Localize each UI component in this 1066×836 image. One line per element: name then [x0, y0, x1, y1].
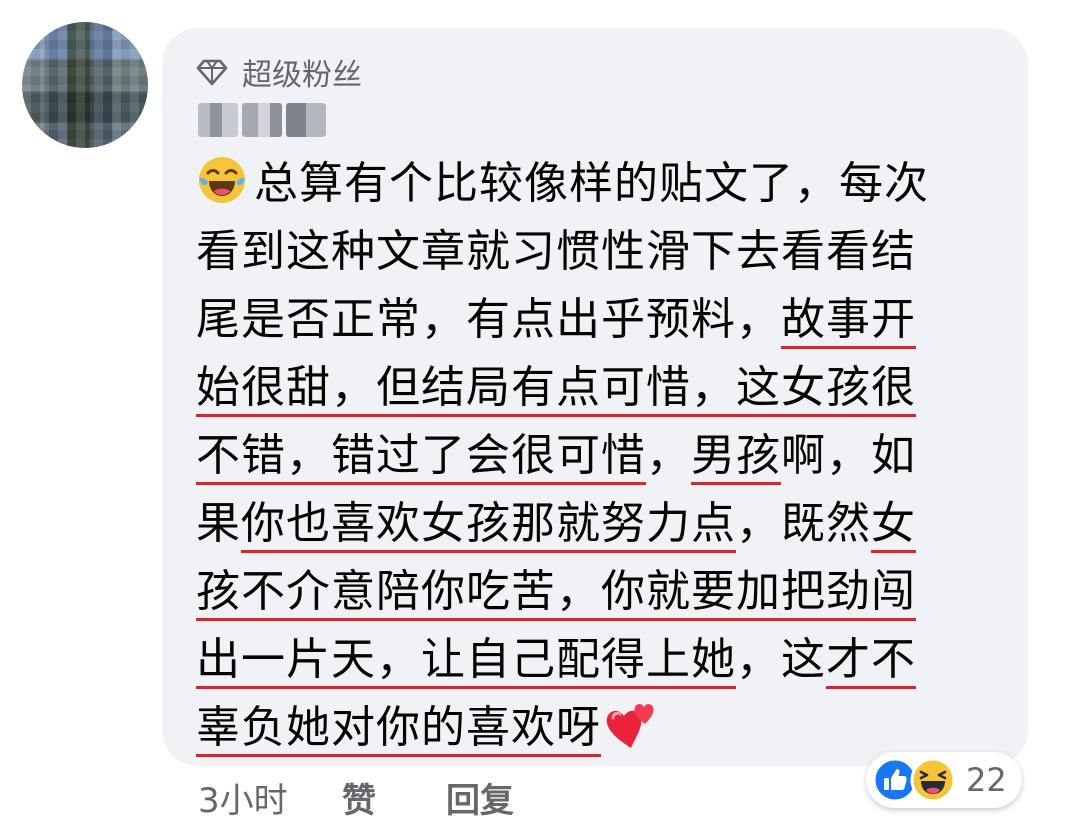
comment-text-segment: ，	[646, 430, 691, 481]
comment-line: 孩不介意陪你吃苦，你就要加把劲闯	[196, 558, 986, 626]
reaction-count: 22	[966, 761, 1007, 799]
commenter-avatar[interactable]	[22, 22, 148, 148]
comment-line: 始很甜，但结局有点可惜，这女孩很	[196, 354, 986, 422]
like-button[interactable]: 赞	[342, 773, 446, 822]
diamond-icon	[196, 59, 228, 86]
comment-actions: 3小时 赞 回复	[198, 772, 514, 822]
underlined-text: 男孩	[691, 430, 781, 481]
comment-text-segment: ，这	[736, 634, 826, 685]
haha-reaction-icon	[910, 757, 956, 803]
comment-text-segment: 总算有个比较像样的贴文了，每次	[254, 158, 929, 209]
comment-line: 果你也喜欢女孩那就努力点，既然女	[196, 490, 986, 558]
reply-button[interactable]: 回复	[446, 773, 514, 822]
underlined-text: 女	[871, 498, 916, 549]
underlined-text: 孩不介意陪你吃苦，你就要加把劲闯	[196, 566, 916, 617]
comment-line: 出一片天，让自己配得上她，这才不	[196, 626, 986, 694]
underlined-text: 你也喜欢女孩那就努力点	[241, 498, 736, 549]
underlined-text: 才不	[826, 634, 916, 685]
comment-text-segment: 果	[196, 498, 241, 549]
comment-text-segment: 啊，如	[781, 430, 916, 481]
comment-line: 不错，错过了会很可惜，男孩啊，如	[196, 422, 986, 490]
laughing-tears-emoji	[196, 154, 248, 206]
underlined-text: 出一片天，让自己配得上她	[196, 634, 736, 685]
comment-line: 辜负她对你的喜欢呀	[196, 694, 986, 762]
comment-line: 看到这种文章就习惯性滑下去看看结	[196, 218, 986, 286]
reaction-summary[interactable]: 22	[866, 752, 1022, 808]
comment-timestamp[interactable]: 3小时	[198, 773, 342, 822]
underlined-text: 始很甜，但结局有点可惜，这女孩很	[196, 362, 916, 413]
underlined-text: 辜负她对你的喜欢呀	[196, 702, 601, 753]
comment-line: 尾是否正常，有点出乎预料，故事开	[196, 286, 986, 354]
underlined-text: 故事开	[781, 294, 916, 345]
comment-text-segment: 尾是否正常，有点出乎预料，	[196, 294, 781, 345]
comment-text-segment: ，既然	[736, 498, 871, 549]
badge-label: 超级粉丝	[242, 58, 362, 93]
comment-text: 总算有个比较像样的贴文了，每次 看到这种文章就习惯性滑下去看看结 尾是否正常，有点出…	[196, 150, 986, 762]
comment-text-segment: 看到这种文章就习惯性滑下去看看结	[196, 226, 916, 277]
top-fan-badge[interactable]: 超级粉丝	[196, 52, 362, 93]
comment-line: 总算有个比较像样的贴文了，每次	[196, 150, 986, 218]
commenter-name-blurred[interactable]	[198, 100, 326, 140]
underlined-text: 不错，错过了会很可惜	[196, 430, 646, 481]
two-hearts-emoji	[601, 698, 659, 750]
